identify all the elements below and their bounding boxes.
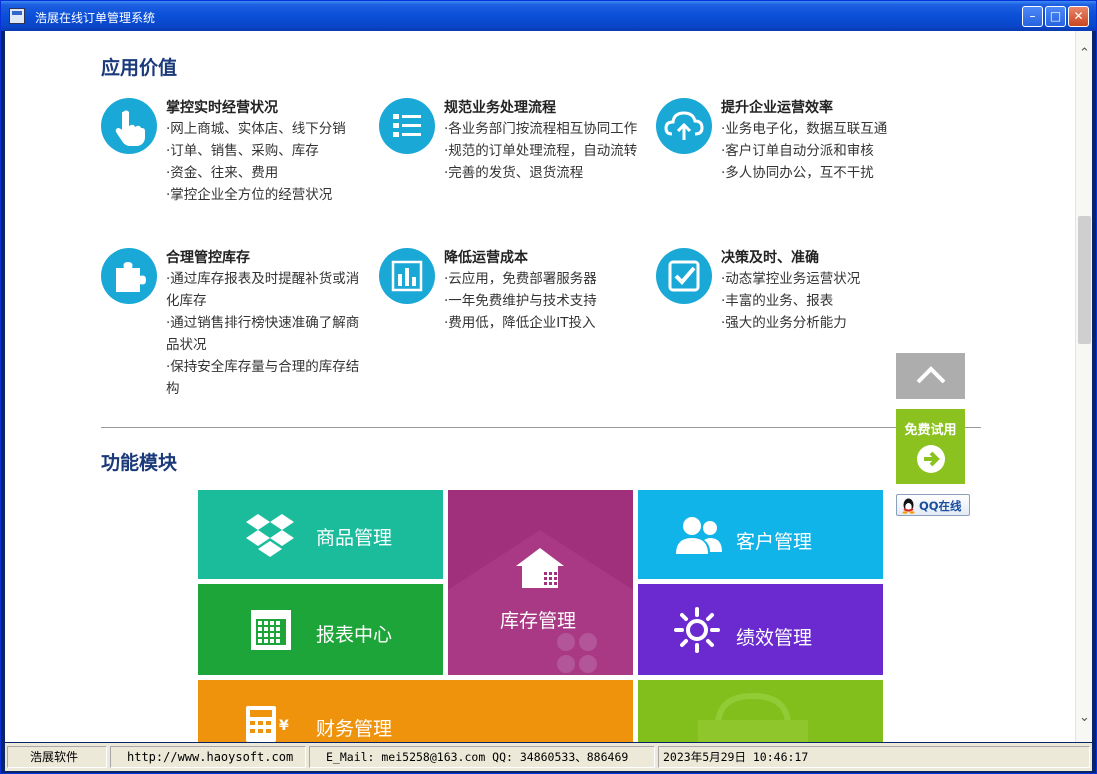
free-trial-label: 免费试用 [904, 423, 957, 438]
value-line: ·保持安全库存量与合理的库存结 [166, 359, 360, 375]
arrow-right-circle-icon [917, 445, 945, 473]
value-line: ·完善的发货、退货流程 [444, 165, 584, 181]
chevron-down-small-icon: ⌄ [1079, 710, 1090, 725]
maximize-button[interactable]: □ [1045, 6, 1066, 27]
minimize-icon: – [1029, 9, 1036, 23]
value-line: ·通过库存报表及时提醒补货或消 [166, 271, 360, 287]
value-item-efficiency: 提升企业运营效率 ·业务电子化，数据互联互通 ·客户订单自动分派和审核 ·多人协… [656, 98, 946, 198]
tile-label: 商品管理 [316, 527, 393, 549]
svg-text:¥: ¥ [279, 718, 289, 734]
section-title-modules: 功能模块 [101, 452, 178, 474]
value-line: ·强大的业务分析能力 [721, 315, 847, 331]
value-line: ·云应用，免费部署服务器 [444, 271, 597, 287]
value-head: 掌控实时经营状况 [166, 100, 278, 116]
users-icon [676, 517, 722, 554]
free-trial-button[interactable]: 免费试用 [896, 409, 965, 484]
value-head: 降低运营成本 [444, 250, 528, 266]
checkbox-icon [656, 248, 712, 304]
section-title-value: 应用价值 [101, 57, 178, 79]
qq-label: QQ在线 [919, 499, 962, 513]
value-line: ·网上商城、实体店、线下分销 [166, 121, 346, 137]
tile-extra-module[interactable] [638, 680, 883, 742]
title-bar[interactable]: 浩展在线订单管理系统 – □ ✕ [1, 1, 1096, 31]
value-line: ·规范的订单处理流程，自动流转 [444, 143, 638, 159]
value-head: 决策及时、准确 [721, 250, 819, 266]
sun-icon [674, 607, 720, 653]
value-line: ·费用低，降低企业IT投入 [444, 315, 596, 331]
tile-label: 库存管理 [500, 610, 577, 632]
calendar-grid-icon [251, 610, 291, 650]
app-icon[interactable] [9, 8, 25, 24]
list-icon [379, 98, 435, 154]
tile-label: 客户管理 [736, 531, 813, 553]
window-title: 浩展在线订单管理系统 [35, 11, 156, 25]
scroll-thumb[interactable] [1078, 216, 1091, 344]
value-head: 合理管控库存 [166, 250, 250, 266]
value-head: 规范业务处理流程 [444, 100, 556, 116]
tile-inventory-management[interactable]: 库存管理 [448, 490, 633, 675]
value-item-inventory: 合理管控库存 ·通过库存报表及时提醒补货或消 化库存 ·通过销售排行榜快速准确了… [101, 248, 391, 408]
value-item-cost: 降低运营成本 ·云应用，免费部署服务器 ·一年免费维护与技术支持 ·费用低，降低… [379, 248, 669, 348]
value-line: 构 [166, 381, 180, 397]
tile-report-center[interactable]: 报表中心 [198, 584, 443, 675]
qq-penguin-icon [902, 498, 915, 514]
status-website: http://www.haoysoft.com [110, 746, 306, 768]
tile-label: 财务管理 [316, 718, 393, 740]
value-line: ·客户订单自动分派和审核 [721, 143, 874, 159]
calculator-icon: ¥ [246, 706, 289, 742]
maximize-icon: □ [1049, 9, 1062, 23]
tile-label: 报表中心 [316, 624, 393, 646]
scroll-down-button[interactable]: ⌄ [1076, 709, 1092, 726]
tile-label: 绩效管理 [736, 627, 813, 649]
scroll-up-button[interactable]: ⌃ [1076, 45, 1092, 62]
content-area: 应用价值 掌控实时经营状况 ·网上商城、实体店、线下分销 ·订单、销售、采购、库… [5, 31, 1092, 742]
house-icon [516, 548, 564, 588]
value-line: ·通过销售排行榜快速准确了解商 [166, 315, 360, 331]
value-line: ·掌控企业全方位的经营状况 [166, 187, 333, 203]
section-divider [101, 427, 981, 428]
minimize-button[interactable]: – [1022, 6, 1043, 27]
puzzle-icon [101, 248, 157, 304]
chevron-up-small-icon: ⌃ [1079, 46, 1090, 61]
value-line: ·丰富的业务、报表 [721, 293, 834, 309]
status-datetime: 2023年5月29日 10:46:17 [658, 746, 1090, 768]
value-line: 品状况 [166, 337, 207, 353]
back-to-top-button[interactable] [896, 353, 965, 399]
close-icon: ✕ [1073, 9, 1084, 23]
close-button[interactable]: ✕ [1068, 6, 1089, 27]
value-head: 提升企业运营效率 [721, 100, 833, 116]
value-item-realtime: 掌控实时经营状况 ·网上商城、实体店、线下分销 ·订单、销售、采购、库存 ·资金… [101, 98, 391, 218]
tile-product-management[interactable]: 商品管理 [198, 490, 443, 579]
value-line: ·订单、销售、采购、库存 [166, 143, 319, 159]
tile-finance-management[interactable]: ¥ 财务管理 [198, 680, 633, 742]
watermark-icon [698, 692, 808, 742]
divider-tail [965, 427, 981, 428]
app-window: 浩展在线订单管理系统 – □ ✕ 应用价值 掌控实时经营状况 ·网上商城、实体店… [0, 0, 1097, 774]
chevron-up-icon [916, 366, 946, 384]
tile-performance-management[interactable]: 绩效管理 [638, 584, 883, 675]
tile-customer-management[interactable]: 客户管理 [638, 490, 883, 579]
status-contact: E_Mail: mei5258@163.com QQ: 34860533、886… [309, 746, 655, 768]
value-line: 化库存 [166, 293, 207, 309]
value-item-process: 规范业务处理流程 ·各业务部门按流程相互协同工作 ·规范的订单处理流程，自动流转… [379, 98, 669, 198]
value-line: ·业务电子化，数据互联互通 [721, 121, 888, 137]
hand-pointer-icon [101, 98, 157, 154]
value-line: ·一年免费维护与技术支持 [444, 293, 597, 309]
value-line: ·多人协同办公，互不干扰 [721, 165, 874, 181]
status-bar: 浩展软件 http://www.haoysoft.com E_Mail: mei… [5, 743, 1092, 771]
vertical-scrollbar[interactable]: ⌃ ⌄ [1075, 31, 1092, 742]
value-item-decision: 决策及时、准确 ·动态掌控业务运营状况 ·丰富的业务、报表 ·强大的业务分析能力 [656, 248, 946, 348]
bar-chart-icon [379, 248, 435, 304]
status-company: 浩展软件 [7, 746, 107, 768]
value-line: ·资金、往来、费用 [166, 165, 279, 181]
value-line: ·各业务部门按流程相互协同工作 [444, 121, 638, 137]
cloud-upload-icon [656, 98, 712, 154]
value-line: ·动态掌控业务运营状况 [721, 271, 861, 287]
qq-online-button[interactable]: QQ在线 [896, 494, 970, 516]
dropbox-icon [246, 514, 294, 557]
